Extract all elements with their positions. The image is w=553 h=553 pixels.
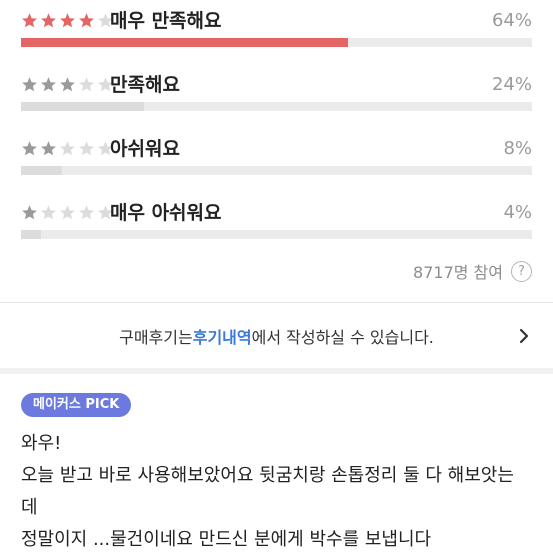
star-icon [78,204,97,223]
rating-distribution: 매우 만족해요 64% 만족해요 24% 아쉬워요 8% 매우 아쉬워요 4% [21,10,532,266]
section-divider [0,368,553,374]
star-icon [21,140,40,159]
rating-bar [21,166,532,175]
star-icon [40,140,59,159]
star-icon [40,76,59,95]
rating-percent: 64% [491,10,532,31]
notice-suffix: 에서 작성하실 수 있습니다. [251,328,434,347]
rating-percent: 8% [503,138,532,159]
star-icon [78,76,97,95]
star-group [21,74,116,96]
review-line: 데 [21,497,38,518]
rating-row-4: 만족해요 24% [21,74,532,138]
rating-row-5: 매우 만족해요 64% [21,10,532,74]
star-icon [21,76,40,95]
rating-bar-fill [21,102,144,111]
star-group [21,10,116,32]
rating-bar [21,230,532,239]
review-body: 와우! 오늘 받고 바로 사용해보았어요 뒷굼치랑 손톱정리 둘 다 해보앗는 … [21,428,541,553]
star-icon [59,12,78,31]
review-line: 오늘 받고 바로 사용해보았어요 뒷굼치랑 손톱정리 둘 다 해보앗는 [21,465,514,486]
divider [0,302,553,303]
notice-prefix: 구매후기는 [119,328,193,347]
rating-bar [21,38,532,47]
star-icon [59,204,78,223]
rating-bar-fill [21,166,62,175]
star-icon [59,76,78,95]
star-icon [21,12,40,31]
star-group [21,138,116,160]
star-group [21,202,116,224]
participant-count: 8717명 참여 ? [413,259,532,283]
review-line: 정말이지 ...물건이네요 만드신 분에게 박수를 보냅니다 [21,529,432,550]
rating-row-1: 매우 아쉬워요 4% [21,202,532,266]
rating-row-2: 아쉬워요 8% [21,138,532,202]
star-icon [59,140,78,159]
help-circle-icon[interactable]: ? [511,260,532,282]
review-history-link[interactable]: 후기내역 [193,324,252,348]
review-write-notice[interactable]: 구매후기는 후기내역 에서 작성하실 수 있습니다. [0,304,553,368]
rating-bar [21,102,532,111]
rating-label: 아쉬워요 [110,138,180,160]
rating-bar-fill [21,38,349,47]
star-icon [40,12,59,31]
rating-label: 매우 만족해요 [110,10,222,32]
rating-percent: 24% [491,74,532,95]
rating-label: 만족해요 [110,74,180,96]
review-line: 와우! [21,433,62,454]
star-icon [78,12,97,31]
rating-label: 매우 아쉬워요 [110,202,222,224]
star-icon [78,140,97,159]
participant-count-text: 8717명 참여 [413,263,503,282]
rating-bar-fill [21,230,42,239]
star-icon [40,204,59,223]
makers-pick-badge: 메이커스 PICK [21,393,132,417]
star-icon [21,204,40,223]
rating-percent: 4% [503,202,532,223]
chevron-right-icon[interactable] [515,326,533,346]
